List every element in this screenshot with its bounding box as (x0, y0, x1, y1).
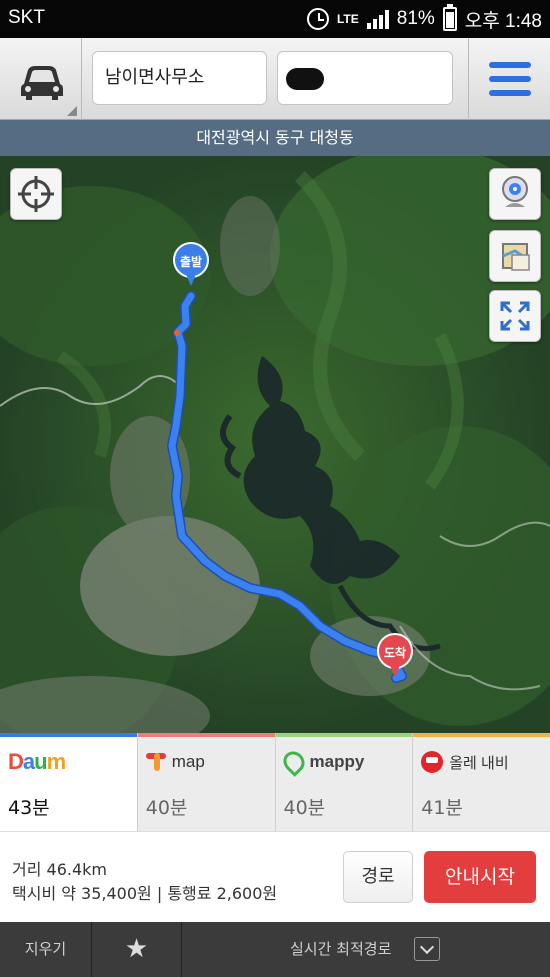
alarm-icon (306, 8, 329, 30)
status-bar: SKT LTE 81% 오후 1:48 (0, 0, 550, 38)
end-pin-tail (389, 663, 401, 677)
fullscreen-button[interactable] (489, 290, 541, 342)
provider-tabs: Daum 43분 map 40분 mappy 40분 올레 내비 41분 (0, 733, 550, 831)
status-icons: LTE 81% 오후 1:48 (306, 4, 542, 34)
end-pin[interactable]: 도착 (377, 633, 413, 679)
clock: 오후 1:48 (464, 10, 542, 32)
olleh-logo: 올레 내비 (421, 749, 509, 775)
clear-button[interactable]: 지우기 (0, 922, 92, 977)
olleh-label: 올레 내비 (449, 754, 509, 772)
olleh-time: 41분 (421, 797, 463, 819)
olleh-icon (421, 751, 444, 773)
daum-time: 43분 (8, 797, 50, 819)
destination-field[interactable] (277, 51, 453, 105)
crosshair-icon (18, 176, 54, 212)
menu-button[interactable] (468, 38, 550, 120)
distance-text: 거리 46.4km (12, 860, 108, 879)
battery-icon (442, 4, 457, 31)
bottom-bar: 지우기 ★ 실시간 최적경로 (0, 922, 550, 977)
favorite-button[interactable]: ★ (92, 922, 182, 977)
tab-accent-bar (137, 733, 275, 737)
tmap-icon (145, 751, 166, 773)
satellite-map[interactable]: 출발 도착 (0, 156, 550, 733)
lte-indicator: LTE (336, 11, 359, 26)
daum-logo: Daum (8, 749, 66, 775)
mappy-logo: mappy (278, 747, 365, 777)
tab-mappy[interactable]: mappy 40분 (275, 733, 414, 831)
map-layer-button[interactable] (489, 230, 541, 282)
signal-icon (366, 9, 389, 29)
tab-accent-bar (413, 733, 550, 737)
my-location-button[interactable] (10, 168, 62, 220)
tab-olleh[interactable]: 올레 내비 41분 (413, 733, 550, 831)
tab-tmap[interactable]: map 40분 (137, 733, 276, 831)
tab-accent-bar (0, 733, 137, 737)
daum-logo-text: Daum (8, 749, 66, 774)
waypoint-marker (174, 330, 180, 336)
route-button[interactable]: 경로 (343, 851, 413, 903)
tab-daum[interactable]: Daum 43분 (0, 733, 138, 831)
fare-text: 택시비 약 35,400원 | 통행료 2,600원 (12, 884, 278, 903)
corner-indicator-icon (67, 106, 77, 116)
start-navigation-button[interactable]: 안내시작 (424, 851, 536, 903)
carrier-label: SKT (8, 7, 45, 28)
route-summary: 거리 46.4km 택시비 약 35,400원 | 통행료 2,600원 경로 … (0, 831, 550, 922)
tmap-label: map (171, 752, 205, 771)
redacted-mark (286, 68, 324, 90)
transport-mode-button[interactable] (0, 38, 82, 120)
origin-field[interactable]: 남이면사무소 (92, 51, 267, 105)
battery-percent: 81% (396, 8, 435, 29)
map-layer-icon (502, 243, 530, 271)
current-location-label: 대전광역시 동구 대청동 (0, 120, 550, 156)
chevron-down-icon[interactable] (414, 937, 440, 961)
tmap-time: 40분 (145, 797, 188, 819)
expand-icon (500, 301, 530, 331)
camera-icon (502, 176, 528, 207)
star-icon: ★ (124, 934, 149, 964)
map-canvas (0, 156, 550, 733)
tmap-logo: map (145, 749, 205, 775)
tab-accent-bar (275, 733, 413, 737)
start-pin-tail (185, 272, 197, 286)
route-header: 남이면사무소 (0, 38, 550, 120)
route-mode-label[interactable]: 실시간 최적경로 (290, 922, 391, 977)
cctv-button[interactable] (489, 168, 541, 220)
mappy-icon (278, 747, 309, 777)
mappy-label: mappy (309, 752, 365, 771)
start-pin[interactable]: 출발 (173, 242, 209, 288)
mappy-time: 40분 (283, 797, 326, 819)
